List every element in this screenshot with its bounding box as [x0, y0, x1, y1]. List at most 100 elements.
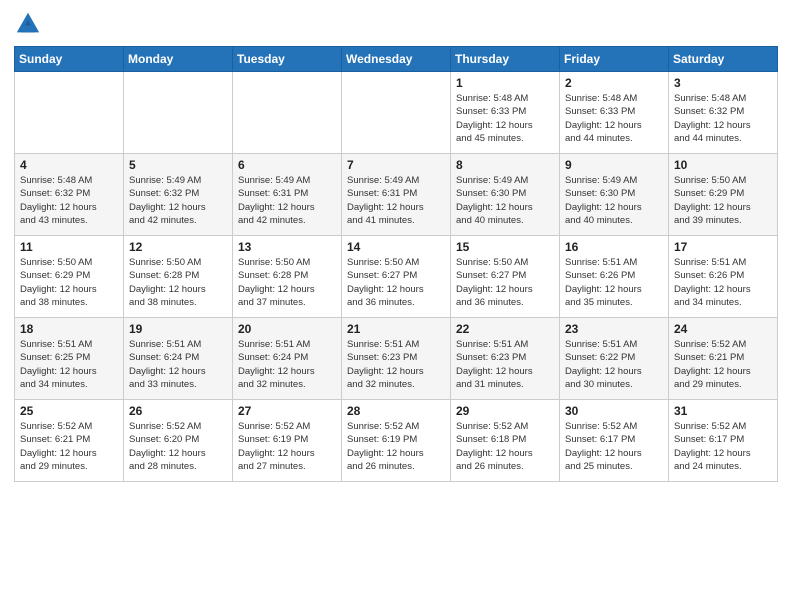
week-row-4: 18 Sunrise: 5:51 AM Sunset: 6:25 PM Dayli…	[15, 318, 778, 400]
day-info: Sunrise: 5:51 AM Sunset: 6:25 PM Dayligh…	[20, 338, 118, 391]
day-cell: 10 Sunrise: 5:50 AM Sunset: 6:29 PM Dayli…	[669, 154, 778, 236]
day-info: Sunrise: 5:50 AM Sunset: 6:28 PM Dayligh…	[129, 256, 227, 309]
day-cell: 26Sunrise: 5:52 AM Sunset: 6:20 PM Dayli…	[124, 400, 233, 482]
day-info: Sunrise: 5:50 AM Sunset: 6:27 PM Dayligh…	[456, 256, 554, 309]
day-cell: 21 Sunrise: 5:51 AM Sunset: 6:23 PM Dayli…	[342, 318, 451, 400]
day-info: Sunrise: 5:52 AM Sunset: 6:19 PM Dayligh…	[238, 420, 336, 473]
week-row-1: 1 Sunrise: 5:48 AM Sunset: 6:33 PM Daylig…	[15, 72, 778, 154]
logo-icon	[14, 10, 42, 38]
weekday-monday: Monday	[124, 47, 233, 72]
day-info: Sunrise: 5:52 AM Sunset: 6:17 PM Dayligh…	[565, 420, 663, 473]
week-row-5: 25Sunrise: 5:52 AM Sunset: 6:21 PM Dayli…	[15, 400, 778, 482]
day-cell: 18 Sunrise: 5:51 AM Sunset: 6:25 PM Dayli…	[15, 318, 124, 400]
day-number: 8	[456, 158, 554, 172]
day-info: Sunrise: 5:51 AM Sunset: 6:23 PM Dayligh…	[456, 338, 554, 391]
day-number: 7	[347, 158, 445, 172]
day-number: 22	[456, 322, 554, 336]
day-cell: 29 Sunrise: 5:52 AM Sunset: 6:18 PM Dayli…	[451, 400, 560, 482]
day-cell: 20 Sunrise: 5:51 AM Sunset: 6:24 PM Dayli…	[233, 318, 342, 400]
day-info: Sunrise: 5:52 AM Sunset: 6:21 PM Dayligh…	[20, 420, 118, 473]
day-number: 6	[238, 158, 336, 172]
day-info: Sunrise: 5:51 AM Sunset: 6:26 PM Dayligh…	[565, 256, 663, 309]
day-info: Sunrise: 5:49 AM Sunset: 6:31 PM Dayligh…	[238, 174, 336, 227]
day-cell: 5 Sunrise: 5:49 AM Sunset: 6:32 PM Daylig…	[124, 154, 233, 236]
day-info: Sunrise: 5:52 AM Sunset: 6:18 PM Dayligh…	[456, 420, 554, 473]
day-cell: 31Sunrise: 5:52 AM Sunset: 6:17 PM Dayli…	[669, 400, 778, 482]
day-cell: 23Sunrise: 5:51 AM Sunset: 6:22 PM Dayli…	[560, 318, 669, 400]
day-number: 17	[674, 240, 772, 254]
day-info: Sunrise: 5:48 AM Sunset: 6:32 PM Dayligh…	[20, 174, 118, 227]
day-info: Sunrise: 5:52 AM Sunset: 6:21 PM Dayligh…	[674, 338, 772, 391]
week-row-3: 11Sunrise: 5:50 AM Sunset: 6:29 PM Dayli…	[15, 236, 778, 318]
day-number: 20	[238, 322, 336, 336]
day-number: 27	[238, 404, 336, 418]
day-info: Sunrise: 5:48 AM Sunset: 6:32 PM Dayligh…	[674, 92, 772, 145]
day-number: 3	[674, 76, 772, 90]
day-cell: 14Sunrise: 5:50 AM Sunset: 6:27 PM Dayli…	[342, 236, 451, 318]
day-number: 12	[129, 240, 227, 254]
day-info: Sunrise: 5:50 AM Sunset: 6:29 PM Dayligh…	[674, 174, 772, 227]
day-cell: 13Sunrise: 5:50 AM Sunset: 6:28 PM Dayli…	[233, 236, 342, 318]
day-cell: 28 Sunrise: 5:52 AM Sunset: 6:19 PM Dayli…	[342, 400, 451, 482]
day-info: Sunrise: 5:51 AM Sunset: 6:23 PM Dayligh…	[347, 338, 445, 391]
weekday-header-row: SundayMondayTuesdayWednesdayThursdayFrid…	[15, 47, 778, 72]
day-info: Sunrise: 5:49 AM Sunset: 6:32 PM Dayligh…	[129, 174, 227, 227]
weekday-wednesday: Wednesday	[342, 47, 451, 72]
day-number: 24	[674, 322, 772, 336]
day-number: 31	[674, 404, 772, 418]
day-number: 18	[20, 322, 118, 336]
page: SundayMondayTuesdayWednesdayThursdayFrid…	[0, 0, 792, 612]
day-cell: 25Sunrise: 5:52 AM Sunset: 6:21 PM Dayli…	[15, 400, 124, 482]
weekday-sunday: Sunday	[15, 47, 124, 72]
day-cell: 15 Sunrise: 5:50 AM Sunset: 6:27 PM Dayli…	[451, 236, 560, 318]
day-number: 19	[129, 322, 227, 336]
day-number: 5	[129, 158, 227, 172]
weekday-saturday: Saturday	[669, 47, 778, 72]
day-info: Sunrise: 5:51 AM Sunset: 6:24 PM Dayligh…	[129, 338, 227, 391]
day-info: Sunrise: 5:48 AM Sunset: 6:33 PM Dayligh…	[456, 92, 554, 145]
weekday-friday: Friday	[560, 47, 669, 72]
day-number: 15	[456, 240, 554, 254]
day-cell: 8 Sunrise: 5:49 AM Sunset: 6:30 PM Daylig…	[451, 154, 560, 236]
day-cell: 24 Sunrise: 5:52 AM Sunset: 6:21 PM Dayli…	[669, 318, 778, 400]
day-info: Sunrise: 5:51 AM Sunset: 6:24 PM Dayligh…	[238, 338, 336, 391]
day-number: 29	[456, 404, 554, 418]
day-cell: 3 Sunrise: 5:48 AM Sunset: 6:32 PM Daylig…	[669, 72, 778, 154]
day-cell: 19 Sunrise: 5:51 AM Sunset: 6:24 PM Dayli…	[124, 318, 233, 400]
day-cell: 22 Sunrise: 5:51 AM Sunset: 6:23 PM Dayli…	[451, 318, 560, 400]
day-info: Sunrise: 5:48 AM Sunset: 6:33 PM Dayligh…	[565, 92, 663, 145]
day-cell: 9Sunrise: 5:49 AM Sunset: 6:30 PM Daylig…	[560, 154, 669, 236]
day-cell: 2 Sunrise: 5:48 AM Sunset: 6:33 PM Daylig…	[560, 72, 669, 154]
day-cell: 16 Sunrise: 5:51 AM Sunset: 6:26 PM Dayli…	[560, 236, 669, 318]
day-number: 28	[347, 404, 445, 418]
day-number: 10	[674, 158, 772, 172]
day-cell	[15, 72, 124, 154]
day-number: 11	[20, 240, 118, 254]
day-number: 13	[238, 240, 336, 254]
day-cell: 6 Sunrise: 5:49 AM Sunset: 6:31 PM Daylig…	[233, 154, 342, 236]
day-info: Sunrise: 5:51 AM Sunset: 6:22 PM Dayligh…	[565, 338, 663, 391]
day-number: 30	[565, 404, 663, 418]
day-number: 21	[347, 322, 445, 336]
day-number: 1	[456, 76, 554, 90]
day-number: 14	[347, 240, 445, 254]
day-number: 26	[129, 404, 227, 418]
day-cell	[342, 72, 451, 154]
weekday-tuesday: Tuesday	[233, 47, 342, 72]
week-row-2: 4 Sunrise: 5:48 AM Sunset: 6:32 PM Daylig…	[15, 154, 778, 236]
day-info: Sunrise: 5:49 AM Sunset: 6:30 PM Dayligh…	[456, 174, 554, 227]
day-number: 2	[565, 76, 663, 90]
day-cell: 17Sunrise: 5:51 AM Sunset: 6:26 PM Dayli…	[669, 236, 778, 318]
logo	[14, 10, 46, 38]
day-cell	[233, 72, 342, 154]
day-cell: 4 Sunrise: 5:48 AM Sunset: 6:32 PM Daylig…	[15, 154, 124, 236]
day-cell: 1 Sunrise: 5:48 AM Sunset: 6:33 PM Daylig…	[451, 72, 560, 154]
day-number: 4	[20, 158, 118, 172]
header	[14, 10, 778, 38]
day-cell: 27 Sunrise: 5:52 AM Sunset: 6:19 PM Dayli…	[233, 400, 342, 482]
day-info: Sunrise: 5:52 AM Sunset: 6:19 PM Dayligh…	[347, 420, 445, 473]
day-number: 16	[565, 240, 663, 254]
weekday-thursday: Thursday	[451, 47, 560, 72]
day-cell: 30 Sunrise: 5:52 AM Sunset: 6:17 PM Dayli…	[560, 400, 669, 482]
day-info: Sunrise: 5:49 AM Sunset: 6:31 PM Dayligh…	[347, 174, 445, 227]
